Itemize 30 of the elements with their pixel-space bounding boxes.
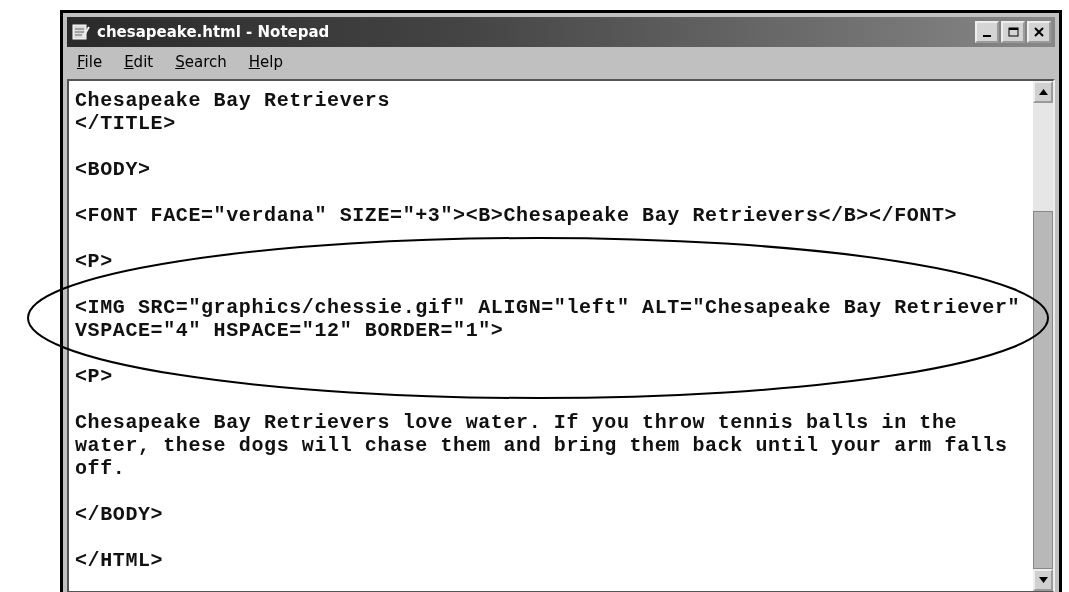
minimize-icon <box>983 35 991 37</box>
code-line: Chesapeake Bay Retrievers love water. If you throw tennis balls in the <box>75 411 958 434</box>
scroll-down-button[interactable] <box>1033 569 1053 591</box>
code-line: off. <box>75 457 126 480</box>
code-line: <IMG SRC="graphics/chessie.gif" ALIGN="left" ALT="Chesapeake Bay Retriever" <box>75 296 1021 319</box>
code-line: </BODY> <box>75 503 164 526</box>
down-arrow-icon <box>1038 577 1048 583</box>
scroll-up-button[interactable] <box>1033 81 1053 103</box>
menu-item[interactable]: Search <box>175 53 227 71</box>
up-arrow-icon <box>1038 89 1048 95</box>
minimize-button[interactable] <box>975 21 999 43</box>
code-line: water, these dogs will chase them and bring them back until your arm falls <box>75 434 1008 457</box>
maximize-icon <box>1007 27 1019 37</box>
close-icon <box>1034 27 1044 37</box>
code-line: </TITLE> <box>75 112 176 135</box>
window-title: chesapeake.html - Notepad <box>97 23 331 41</box>
code-line: <P> <box>75 250 113 273</box>
close-button[interactable] <box>1027 21 1051 43</box>
code-line: VSPACE="4" HSPACE="12" BORDER="1"> <box>75 319 504 342</box>
code-line: <P> <box>75 365 113 388</box>
menu-item[interactable]: Help <box>248 53 283 71</box>
maximize-button[interactable] <box>1001 21 1025 43</box>
code-line: Chesapeake Bay Retrievers <box>75 89 391 112</box>
code-line: </HTML> <box>75 549 164 572</box>
code-line: <BODY> <box>75 158 151 181</box>
scrollbar-thumb[interactable] <box>1033 211 1053 569</box>
menu-item[interactable]: File <box>77 53 103 71</box>
notepad-icon <box>71 23 91 41</box>
menu-item[interactable]: Edit <box>124 53 154 71</box>
code-line: <FONT FACE="verdana" SIZE="+3"><B>Chesapeake Bay Retrievers</B></FONT> <box>75 204 958 227</box>
